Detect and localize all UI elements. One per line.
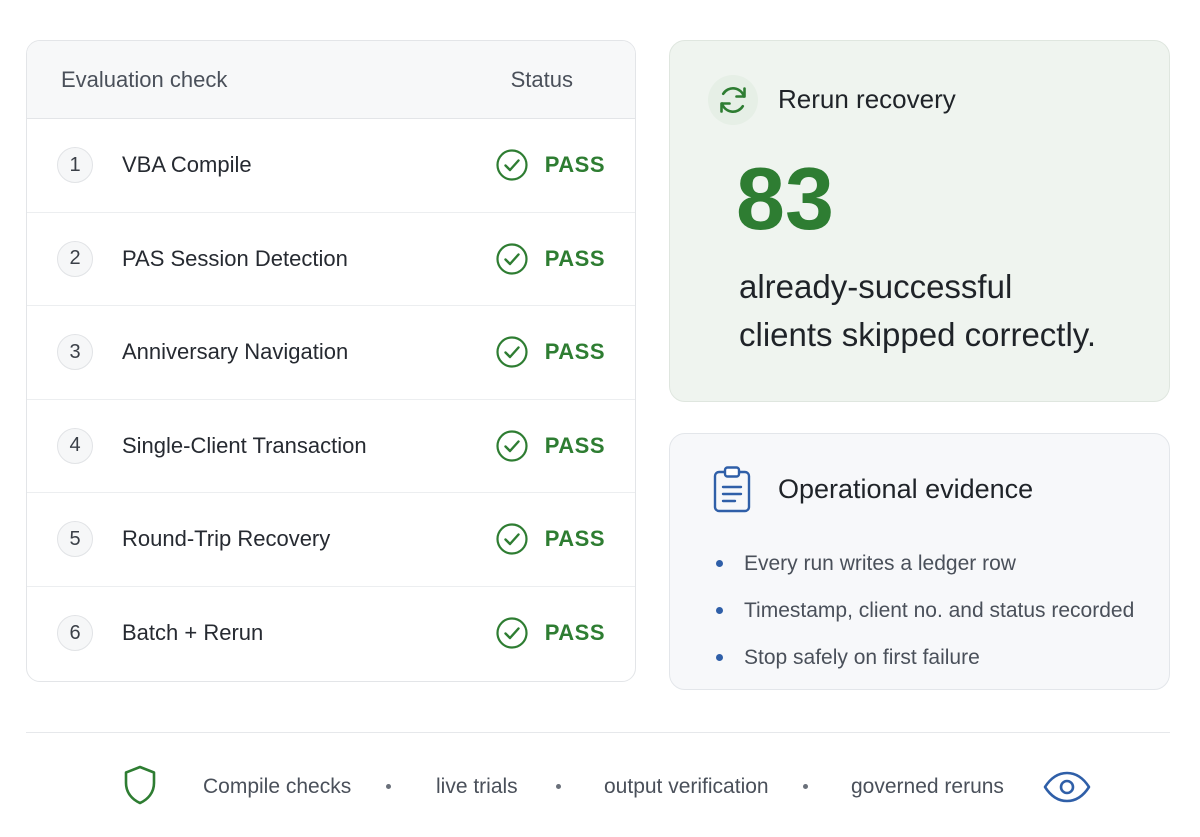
rerun-recovery-title: Rerun recovery — [778, 84, 956, 114]
rerun-description-line: already-successful — [739, 268, 1013, 305]
status-text: PASS — [544, 526, 605, 552]
check-circle-icon — [496, 149, 528, 181]
footer-item-output-verification: output verification — [604, 775, 769, 798]
status-badge: PASS — [495, 522, 605, 556]
list-item-text: Every run writes a ledger row — [744, 551, 1016, 575]
row-label: Single-Client Transaction — [122, 432, 367, 458]
footer-item-compile-checks: Compile checks — [203, 775, 352, 798]
check-circle-icon — [496, 336, 528, 368]
shield-icon — [124, 765, 156, 805]
rerun-description-line: clients skipped correctly. — [739, 316, 1097, 353]
check-circle-icon — [496, 617, 528, 649]
status-badge: PASS — [495, 616, 605, 650]
status-text: PASS — [544, 245, 605, 271]
row-label: Batch + Rerun — [122, 620, 264, 646]
check-circle-icon — [496, 523, 528, 555]
footer-separator — [386, 784, 391, 789]
row-number-badge: 6 — [57, 615, 93, 652]
refresh-icon — [720, 87, 746, 113]
row-label: Anniversary Navigation — [122, 339, 349, 365]
evaluation-table-header: Evaluation check Status — [27, 41, 635, 119]
list-item-text: Stop safely on first failure — [744, 645, 980, 669]
evidence-list: Every run writes a ledger row Timestamp,… — [716, 540, 1134, 681]
status-badge: PASS — [495, 242, 605, 276]
footer-divider — [26, 732, 1170, 733]
bullet-icon — [716, 560, 723, 567]
status-text: PASS — [544, 152, 605, 178]
row-number-badge: 5 — [57, 521, 93, 558]
table-row: 3 Anniversary Navigation PASS — [27, 306, 635, 400]
row-number-badge: 1 — [57, 147, 93, 184]
rerun-recovery-card: Rerun recovery 83 already-successful cli… — [669, 40, 1170, 402]
operational-evidence-title: Operational evidence — [778, 474, 1034, 504]
refresh-icon-badge — [708, 75, 758, 125]
status-badge: PASS — [495, 429, 605, 463]
clipboard-icon — [713, 466, 751, 513]
status-text: PASS — [544, 432, 605, 458]
row-number-badge: 3 — [57, 334, 93, 371]
table-row: 1 VBA Compile PASS — [27, 119, 635, 213]
footer-separator — [556, 784, 561, 789]
row-label: Round-Trip Recovery — [122, 526, 331, 552]
list-item: Timestamp, client no. and status recorde… — [716, 587, 1134, 634]
row-label: VBA Compile — [122, 152, 252, 178]
list-item-text: Timestamp, client no. and status recorde… — [744, 598, 1135, 622]
status-text: PASS — [544, 620, 605, 646]
status-badge: PASS — [495, 335, 605, 369]
bullet-icon — [716, 607, 723, 614]
table-row: 4 Single-Client Transaction PASS — [27, 400, 635, 493]
row-label: PAS Session Detection — [122, 245, 348, 271]
footer: Compile checks live trials output verifi… — [0, 760, 1200, 816]
status-badge: PASS — [495, 148, 605, 182]
list-item: Every run writes a ledger row — [716, 540, 1134, 587]
eye-icon — [1043, 771, 1091, 803]
check-circle-icon — [496, 243, 528, 275]
table-row: 2 PAS Session Detection PASS — [27, 213, 635, 306]
header-status: Status — [510, 66, 573, 92]
row-number-badge: 4 — [57, 427, 93, 464]
evaluation-table: Evaluation check Status 1 VBA Compile PA… — [26, 40, 636, 682]
bullet-icon — [716, 654, 723, 661]
table-row: 6 Batch + Rerun PASS — [27, 587, 635, 681]
footer-separator — [803, 784, 808, 789]
header-evaluation-check: Evaluation check — [61, 66, 228, 92]
rerun-description: already-successful clients skipped corre… — [739, 263, 1159, 359]
operational-evidence-card: Operational evidence Every run writes a … — [669, 433, 1170, 690]
skipped-clients-count: 83 — [736, 149, 834, 248]
status-text: PASS — [544, 339, 605, 365]
row-number-badge: 2 — [57, 240, 93, 277]
footer-item-live-trials: live trials — [436, 775, 518, 798]
check-circle-icon — [496, 430, 528, 462]
table-row: 5 Round-Trip Recovery PASS — [27, 493, 635, 587]
footer-item-governed-reruns: governed reruns — [851, 775, 1004, 798]
list-item: Stop safely on first failure — [716, 634, 1134, 681]
